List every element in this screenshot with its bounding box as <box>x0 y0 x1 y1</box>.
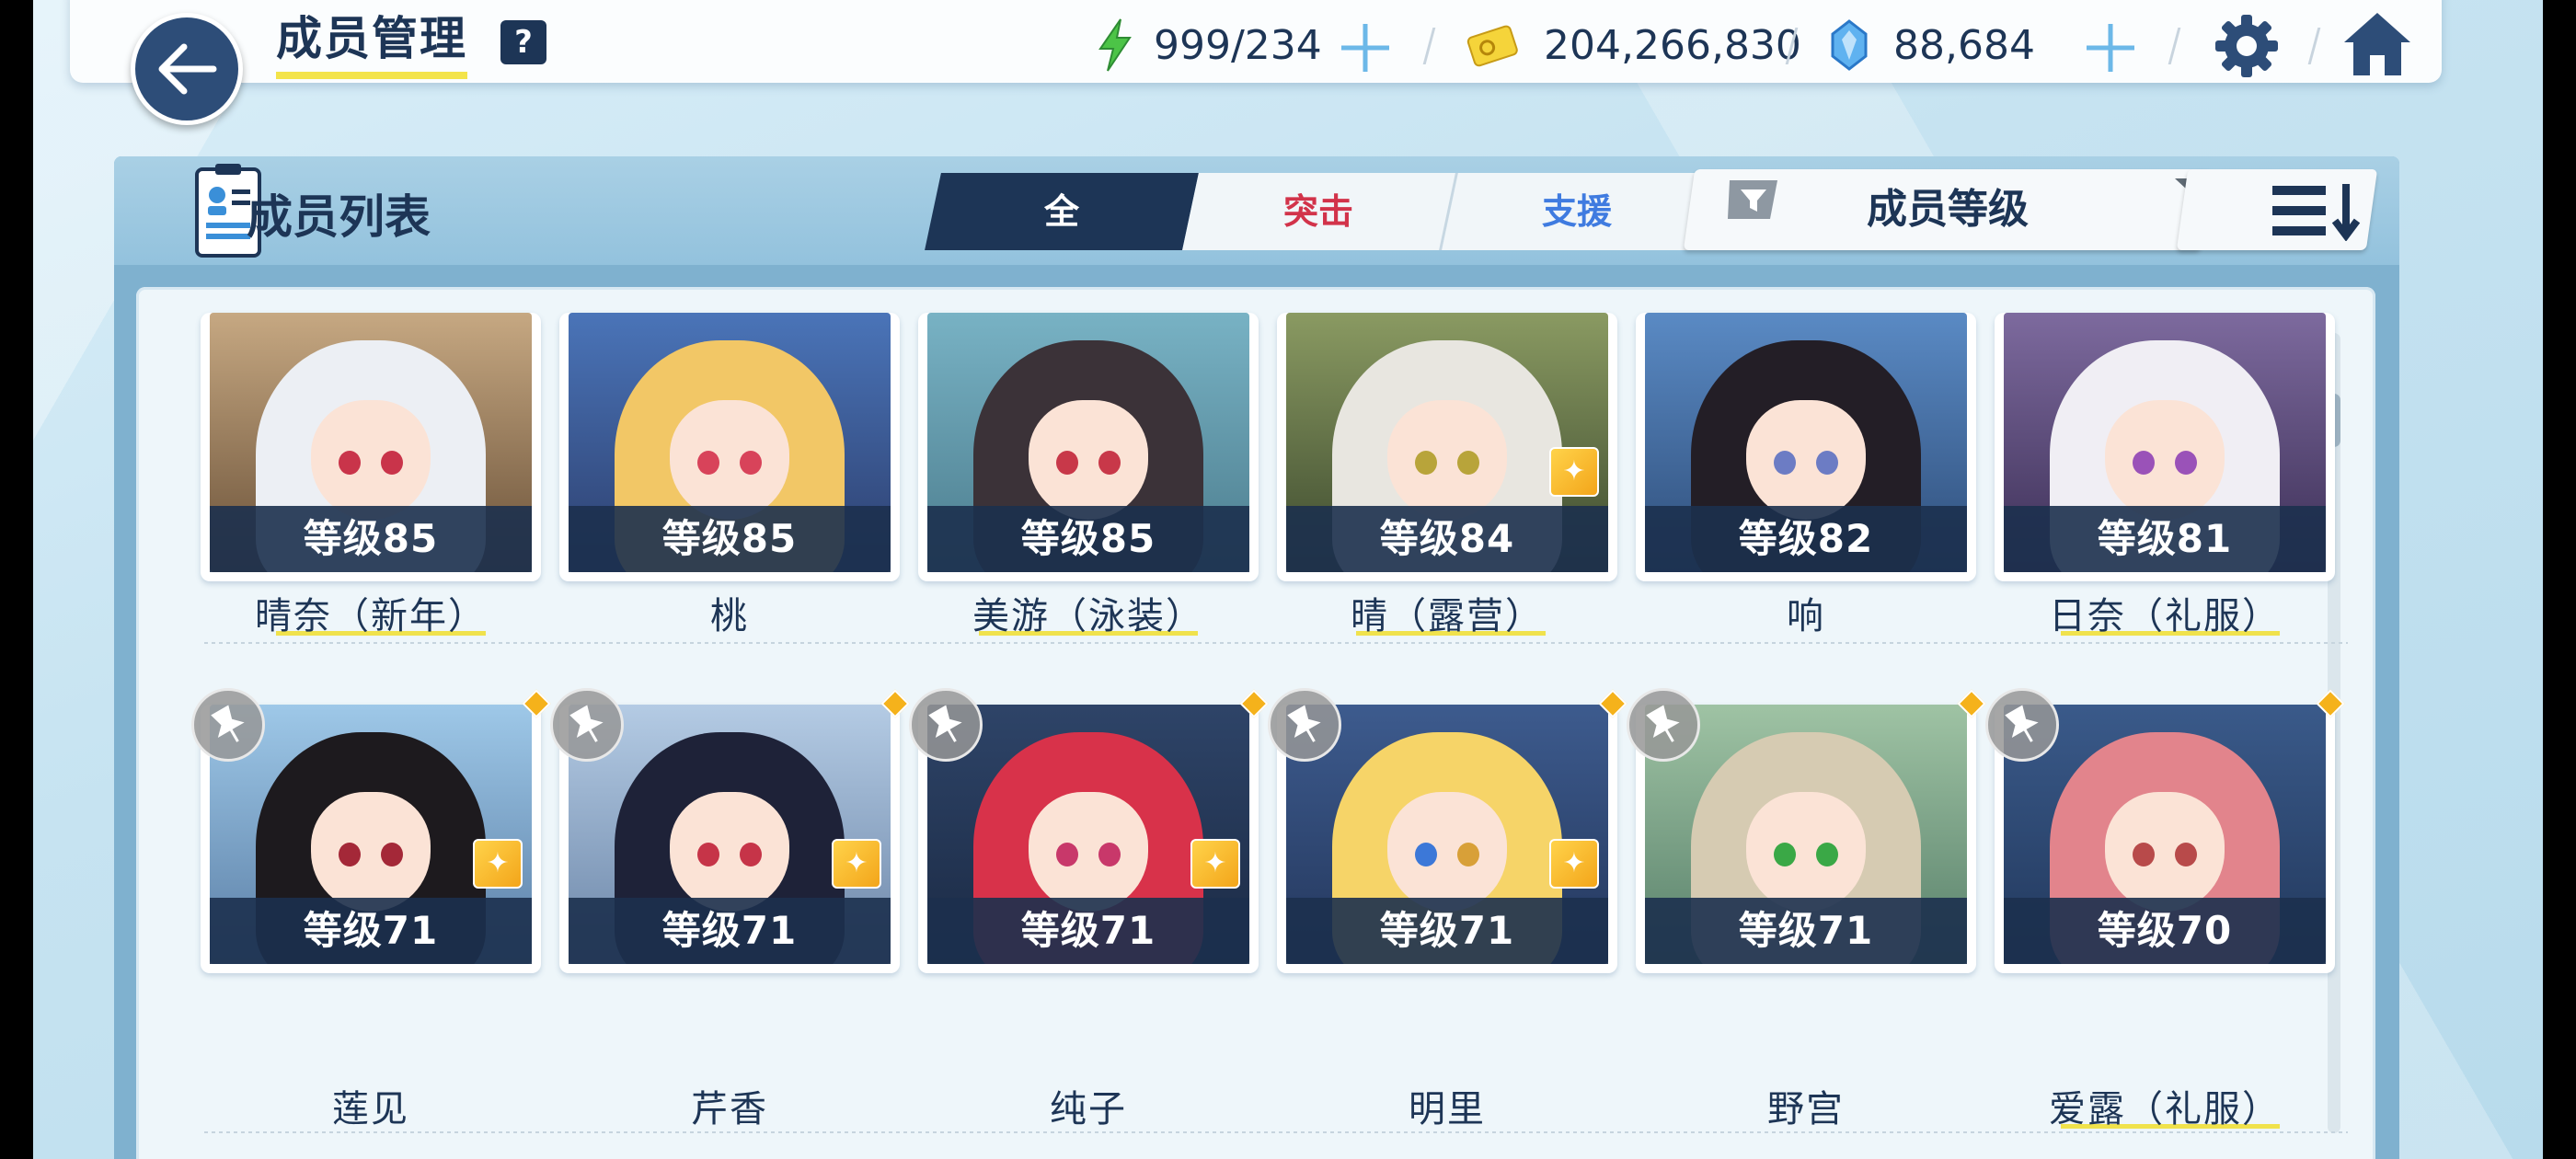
page-title: 成员管理 <box>276 7 467 79</box>
credits-display: 204,266,830 <box>1465 13 1801 77</box>
member-level: 等级84 <box>1286 506 1608 572</box>
weapon-type-icon: ✦ <box>1190 839 1240 889</box>
gem-icon <box>1831 19 1868 71</box>
member-card[interactable]: 等级81 <box>1995 313 2335 581</box>
home-button[interactable] <box>2340 9 2414 83</box>
help-button[interactable]: ? <box>500 20 546 64</box>
member-name: 桃 <box>710 595 749 637</box>
member-level: 等级71 <box>1645 898 1967 964</box>
tab-special[interactable]: 支援 <box>1442 173 1712 250</box>
lightning-icon <box>1098 18 1132 72</box>
pin-button[interactable] <box>909 688 983 762</box>
weapon-type-icon: ✦ <box>832 839 881 889</box>
member-name: 晴（露营） <box>1351 595 1544 637</box>
gems-display: 88,684 <box>1829 13 2035 77</box>
member-level: 等级70 <box>2004 898 2326 964</box>
member-level: 等级82 <box>1645 506 1967 572</box>
pin-button[interactable] <box>1268 688 1341 762</box>
member-name: 日奈（礼服） <box>2049 595 2281 637</box>
sort-label: 成员等级 <box>1867 186 2029 233</box>
pin-icon <box>211 705 245 742</box>
member-level: 等级85 <box>210 506 532 572</box>
home-icon <box>2344 13 2410 75</box>
member-name: 爱露（礼服） <box>2049 1088 2281 1130</box>
list-title: 成员列表 <box>247 190 431 244</box>
member-card[interactable]: 等级82 <box>1636 313 1976 581</box>
credit-card-icon <box>1466 25 1518 67</box>
tab-striker[interactable]: 突击 <box>1182 173 1458 250</box>
pin-icon <box>1287 705 1321 742</box>
member-name: 明里 <box>1409 1088 1486 1130</box>
member-name: 芹香 <box>691 1088 768 1130</box>
divider <box>204 642 2348 644</box>
member-name: 野宫 <box>1767 1088 1845 1130</box>
weapon-type-icon: ✦ <box>1549 447 1599 497</box>
plus-icon <box>2087 24 2134 72</box>
arrow-left-icon <box>158 43 217 95</box>
pin-icon <box>2005 705 2039 742</box>
pin-icon <box>928 705 962 742</box>
pin-button[interactable] <box>1627 688 1700 762</box>
member-name: 纯子 <box>1050 1088 1127 1130</box>
member-level: 等级85 <box>927 506 1249 572</box>
member-name: 美游（泳装） <box>972 595 1204 637</box>
gems-value: 88,684 <box>1893 21 2035 69</box>
member-level: 等级71 <box>210 898 532 964</box>
gear-icon <box>2215 15 2278 77</box>
plus-icon <box>1341 24 1389 72</box>
back-button[interactable] <box>131 13 243 125</box>
member-card[interactable]: 等级85 <box>918 313 1259 581</box>
credits-value: 204,266,830 <box>1544 21 1801 69</box>
pin-button[interactable] <box>191 688 265 762</box>
add-gems-button[interactable] <box>2083 13 2138 85</box>
member-card[interactable]: 等级85 <box>201 313 541 581</box>
weapon-type-icon: ✦ <box>1549 839 1599 889</box>
ap-value: 999/234 <box>1154 21 1322 69</box>
add-ap-button[interactable] <box>1338 13 1393 85</box>
ap-display: 999/234 <box>1095 13 1322 77</box>
member-level: 等级85 <box>569 506 891 572</box>
pin-icon <box>1646 705 1680 742</box>
member-level: 等级71 <box>1286 898 1608 964</box>
member-level: 等级71 <box>569 898 891 964</box>
member-name: 莲见 <box>332 1088 409 1130</box>
settings-button[interactable] <box>2212 11 2282 85</box>
pin-button[interactable] <box>1985 688 2059 762</box>
member-card[interactable]: ✦ 等级84 <box>1277 313 1617 581</box>
sort-descending-icon <box>2269 180 2370 245</box>
pin-button[interactable] <box>550 688 624 762</box>
pin-icon <box>569 705 604 742</box>
weapon-type-icon: ✦ <box>473 839 523 889</box>
member-level: 等级81 <box>2004 506 2326 572</box>
tab-all[interactable]: 全 <box>925 173 1199 250</box>
member-card[interactable]: 等级85 <box>559 313 900 581</box>
member-name: 晴奈（新年） <box>255 595 487 637</box>
member-level: 等级71 <box>927 898 1249 964</box>
member-name: 响 <box>1787 595 1825 637</box>
